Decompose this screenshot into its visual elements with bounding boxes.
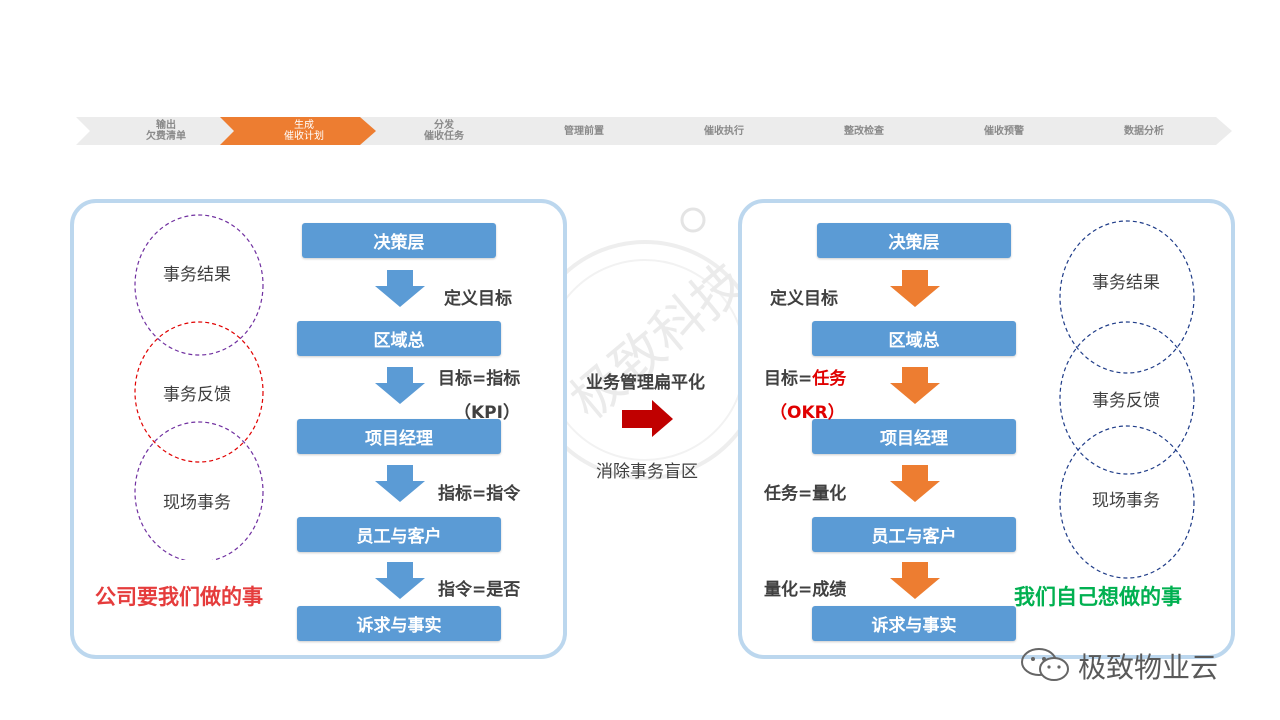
right-circle-label-feedback: 事务反馈 <box>1092 391 1160 411</box>
process-step-2: 生成 催收计划 <box>284 120 324 142</box>
right-label-task-highlight: 任务 <box>812 369 847 389</box>
left-label-indicator-equals-command: 指标=指令 <box>438 484 521 504</box>
center-right-arrow-icon <box>622 400 673 437</box>
right-label-goal-equals-task: 目标=任务 <box>764 364 846 389</box>
right-label-define-goal: 定义目标 <box>770 289 838 309</box>
right-label-okr: （OKR） <box>770 403 845 423</box>
right-down-arrow-icon-2 <box>890 367 940 404</box>
left-box-project-manager: 项目经理 <box>297 419 501 454</box>
left-caption: 公司要我们做的事 <box>95 585 263 609</box>
process-steps-bar: 输出 欠费清单 生成 催收计划 分发 催收任务 管理前置 催收执行 整改检查 催收预警… <box>76 117 1232 145</box>
left-label-define-goal: 定义目标 <box>444 289 512 309</box>
right-circle-label-onsite: 现场事务 <box>1092 491 1160 511</box>
left-down-arrow-icon-3 <box>375 465 425 502</box>
left-box-decision-layer: 决策层 <box>302 223 496 258</box>
right-box-project-manager: 项目经理 <box>812 419 1016 454</box>
right-caption: 我们自己想做的事 <box>1014 585 1182 609</box>
process-step-8: 数据分析 <box>1124 125 1164 137</box>
center-title-flat-management: 业务管理扁平化 <box>586 373 705 393</box>
process-step-5: 催收执行 <box>704 125 744 137</box>
right-box-regional-head: 区域总 <box>812 321 1016 356</box>
left-down-arrow-icon-2 <box>375 367 425 404</box>
center-subtitle-eliminate-blind-spots: 消除事务盲区 <box>596 462 698 482</box>
right-box-demands-and-facts: 诉求与事实 <box>812 606 1016 641</box>
wechat-logo-icon <box>1021 648 1069 681</box>
left-label-goal-equals-indicator: 目标=指标 <box>438 369 521 389</box>
right-down-arrow-icon-3 <box>890 465 940 502</box>
left-label-command-equals-yesno: 指令=是否 <box>438 580 521 600</box>
right-down-arrow-icon-4 <box>890 562 940 599</box>
process-step-4: 管理前置 <box>564 125 604 137</box>
left-box-staff-and-client: 员工与客户 <box>297 517 501 552</box>
left-box-demands-and-facts: 诉求与事实 <box>297 606 501 641</box>
left-circle-label-result: 事务结果 <box>163 265 231 285</box>
right-box-decision-layer: 决策层 <box>817 223 1011 258</box>
right-box-staff-and-client: 员工与客户 <box>812 517 1016 552</box>
left-label-kpi: （KPI） <box>454 403 520 423</box>
right-label-task-equals-quantify: 任务=量化 <box>764 484 847 504</box>
process-step-7: 催收预警 <box>984 125 1024 137</box>
process-step-1: 输出 欠费清单 <box>146 120 186 142</box>
left-down-arrow-icon-1 <box>375 270 425 307</box>
right-down-arrow-icon-1 <box>890 270 940 307</box>
left-circle-label-feedback: 事务反馈 <box>163 385 231 405</box>
brand-name: 极致物业云 <box>1078 651 1219 684</box>
right-circle-label-result: 事务结果 <box>1092 273 1160 293</box>
right-label-quantify-equals-score: 量化=成绩 <box>764 580 847 600</box>
right-label-goal-prefix: 目标= <box>764 369 813 389</box>
process-step-3: 分发 催收任务 <box>424 120 464 142</box>
left-circle-label-onsite: 现场事务 <box>163 493 231 513</box>
left-down-arrow-icon-4 <box>375 562 425 599</box>
process-step-6: 整改检查 <box>844 125 884 137</box>
left-box-regional-head: 区域总 <box>297 321 501 356</box>
